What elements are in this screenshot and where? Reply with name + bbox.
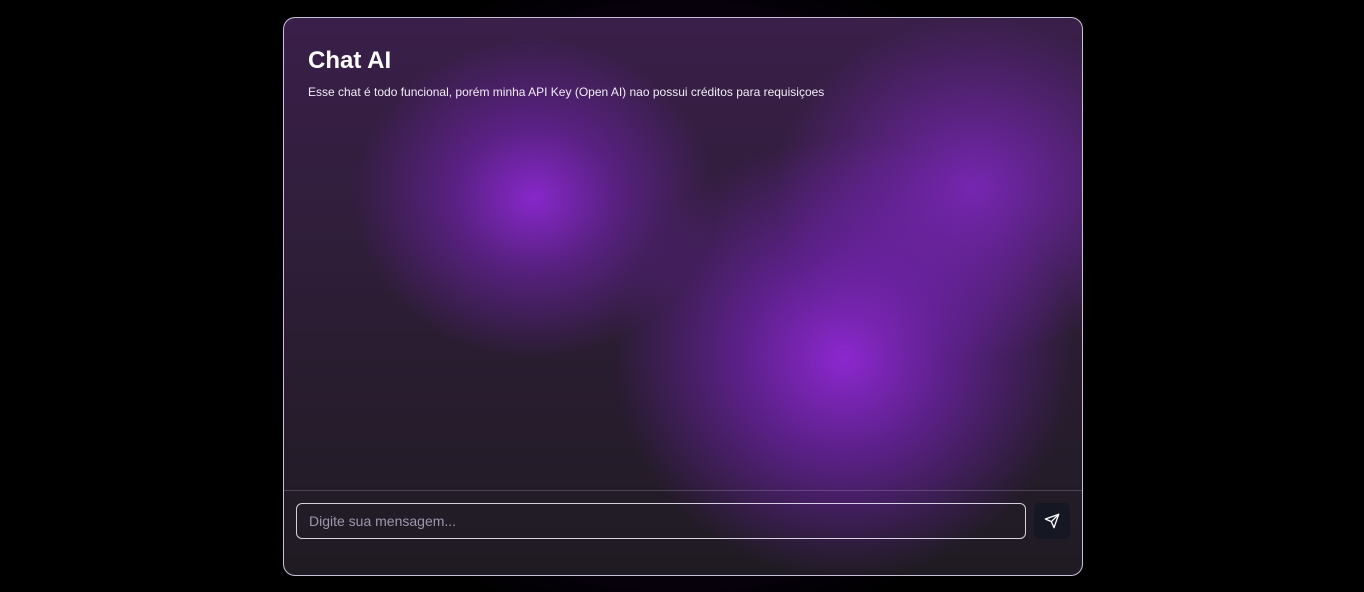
chat-header: Chat AI Esse chat é todo funcional, poré… xyxy=(308,46,824,99)
send-icon xyxy=(1044,513,1060,529)
message-input[interactable] xyxy=(296,503,1026,539)
message-input-bar xyxy=(284,490,1082,575)
chat-card: Chat AI Esse chat é todo funcional, poré… xyxy=(283,17,1083,576)
chat-subtitle: Esse chat é todo funcional, porém minha … xyxy=(308,85,825,99)
message-list[interactable] xyxy=(284,118,1082,490)
send-button[interactable] xyxy=(1034,503,1070,539)
chat-title: Chat AI xyxy=(308,47,392,74)
